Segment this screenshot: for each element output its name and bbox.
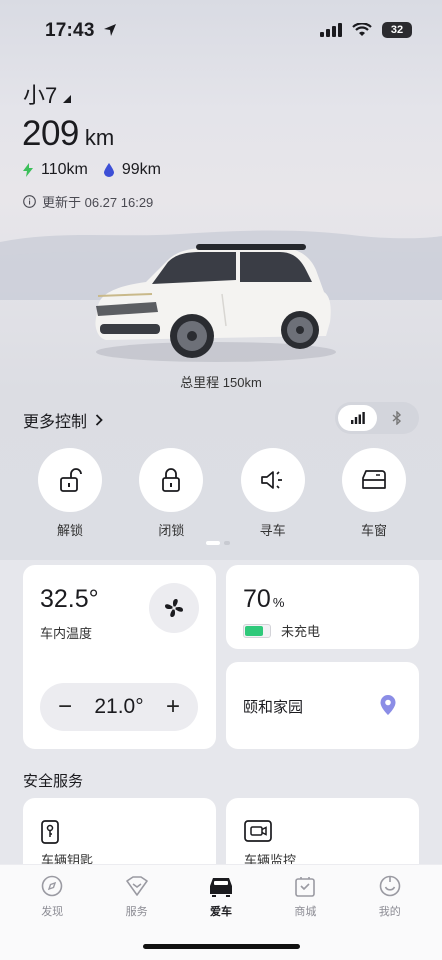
safety-section-title: 安全服务 <box>23 773 84 790</box>
status-time: 17:43 <box>45 20 117 42</box>
cabin-temperature-label: 车内温度 <box>40 626 93 641</box>
electric-range: 110km <box>41 161 88 178</box>
charging-status: 未充电 <box>281 624 321 639</box>
controls-pager <box>206 541 230 545</box>
corner-triangle-icon <box>63 95 72 103</box>
range-value: 209 <box>22 114 79 153</box>
mall-bag-icon <box>295 877 316 897</box>
lock-button[interactable] <box>139 448 204 512</box>
location-pin-icon <box>380 695 396 715</box>
lock-label: 闭锁 <box>158 523 185 538</box>
vehicle-name[interactable]: 小7 <box>23 78 72 110</box>
fuel-drop-icon <box>103 163 114 177</box>
location-name: 颐和家园 <box>243 699 304 716</box>
tab-my-car[interactable]: 爱车 <box>191 875 251 919</box>
temperature-adjuster: − 21.0° + <box>40 683 198 731</box>
tab-mall[interactable]: 商城 <box>275 875 335 919</box>
find-car-horn-icon <box>260 471 282 489</box>
tab-discover-label: 发现 <box>41 906 64 918</box>
range-unit: km <box>84 125 115 150</box>
location-arrow-icon <box>104 24 117 36</box>
tab-service-label: 服务 <box>125 906 148 918</box>
bluetooth-icon <box>392 411 401 425</box>
unlock-button[interactable] <box>38 448 102 512</box>
fan-icon <box>165 599 183 617</box>
cabin-temperature: 32.5° <box>40 585 99 613</box>
window-control[interactable]: 车窗 <box>341 448 406 539</box>
unlock-control[interactable]: 解锁 <box>38 448 102 539</box>
tab-my-car-label: 爱车 <box>209 906 232 918</box>
compass-icon <box>41 875 63 897</box>
tab-profile[interactable]: 我的 <box>360 875 420 919</box>
range-breakdown: 110km 99km <box>23 161 177 179</box>
location-card[interactable]: 颐和家园 <box>226 662 419 749</box>
more-controls-link[interactable]: 更多控制 <box>23 408 103 432</box>
wifi-icon <box>352 23 372 36</box>
lock-control[interactable]: 闭锁 <box>139 448 204 539</box>
lock-icon <box>162 468 181 492</box>
unlock-icon <box>60 468 82 492</box>
total-range: 209 km <box>22 114 114 154</box>
temperature-decrease-button[interactable]: − <box>58 693 72 721</box>
find-car-control[interactable]: 寻车 <box>240 448 305 539</box>
connection-toggle[interactable] <box>335 402 419 434</box>
unlock-label: 解锁 <box>56 523 83 538</box>
set-temperature: 21.0° <box>94 695 144 718</box>
lightning-icon <box>23 163 33 177</box>
find-car-label: 寻车 <box>259 523 286 538</box>
bluetooth-mode[interactable] <box>377 405 416 431</box>
cellular-signal-icon <box>350 412 365 424</box>
camera-monitor-icon <box>244 820 272 842</box>
battery-card[interactable]: 70% 未充电 <box>226 565 419 649</box>
window-icon <box>362 470 386 489</box>
temperature-increase-button[interactable]: + <box>166 693 180 721</box>
battery-indicator: 32 <box>382 22 412 38</box>
pager-dot <box>224 541 230 545</box>
tab-profile-label: 我的 <box>378 906 401 918</box>
service-heart-icon <box>125 876 148 896</box>
battery-level-icon <box>243 623 271 638</box>
tab-service[interactable]: 服务 <box>107 875 167 919</box>
battery-percent: 70% <box>243 585 285 613</box>
car-image[interactable] <box>86 240 338 368</box>
signal-icon <box>320 23 342 37</box>
chevron-right-icon <box>95 414 103 426</box>
home-indicator[interactable] <box>143 944 300 949</box>
update-time: 更新于 06.27 16:29 <box>23 192 153 211</box>
charging-status-row: 未充电 <box>243 621 320 640</box>
window-button[interactable] <box>341 448 406 512</box>
car-key-icon <box>41 820 59 844</box>
car-icon <box>209 878 232 897</box>
find-car-button[interactable] <box>240 448 305 512</box>
info-icon <box>23 195 36 208</box>
cellular-mode[interactable] <box>338 405 377 431</box>
window-label: 车窗 <box>360 523 387 538</box>
climate-card[interactable]: 32.5° 车内温度 − 21.0° + <box>23 565 216 749</box>
pager-dot-active <box>206 541 220 545</box>
fuel-range: 99km <box>121 161 161 178</box>
odometer: 总里程 150km <box>180 375 262 390</box>
fan-button[interactable] <box>149 583 199 633</box>
status-bar: 17:43 32 <box>0 0 442 64</box>
tab-discover[interactable]: 发现 <box>22 875 82 919</box>
tab-mall-label: 商城 <box>294 906 317 918</box>
quick-controls: 解锁 闭锁 寻车 车窗 <box>38 448 406 539</box>
profile-smile-icon <box>379 875 401 897</box>
